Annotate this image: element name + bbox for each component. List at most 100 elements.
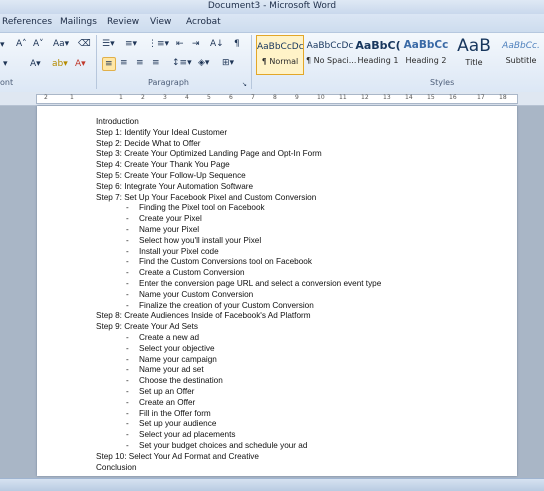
ruler-number: 13 <box>383 94 391 101</box>
line-text: Name your campaign <box>139 354 217 364</box>
tab-references[interactable]: References <box>2 17 52 27</box>
paragraph-line: Step 8: Create Audiences Inside of Faceb… <box>96 311 381 322</box>
clear-formatting-icon[interactable]: ⌫ <box>78 38 91 50</box>
tab-view[interactable]: View <box>150 17 171 27</box>
sub-list-item: - Install your Pixel code <box>96 247 381 258</box>
line-text: Step 3: Create Your Optimized Landing Pa… <box>96 149 322 159</box>
document-page[interactable]: Introduction Step 1: Identify Your Ideal … <box>37 106 517 476</box>
style-subtitle[interactable]: AaBbCc. Subtitle <box>498 35 544 75</box>
justify-icon[interactable]: ≡ <box>152 57 160 69</box>
line-text: Step 5: Create Your Follow-Up Sequence <box>96 170 246 180</box>
change-case-icon[interactable]: Aa▾ <box>53 38 69 50</box>
numbering-icon[interactable]: ≡▾ <box>125 38 137 50</box>
line-text: Enter the conversion page URL and select… <box>139 278 382 288</box>
style-heading-1[interactable]: AaBbC( Heading 1 <box>354 35 402 75</box>
tab-mailings[interactable]: Mailings <box>60 17 97 27</box>
multilevel-list-icon[interactable]: ⋮≡▾ <box>148 38 169 50</box>
paragraph-dialog-launcher-icon[interactable]: ↘ <box>242 79 247 91</box>
paragraph-line: Introduction <box>96 117 381 128</box>
line-text: Set up an Offer <box>139 386 195 396</box>
bullets-icon[interactable]: ☰▾ <box>102 38 115 50</box>
document-area: Introduction Step 1: Identify Your Ideal … <box>0 106 544 480</box>
group-separator <box>251 35 252 89</box>
ruler-number: 4 <box>185 94 189 101</box>
paragraph-line: Step 1: Identify Your Ideal Customer <box>96 128 381 139</box>
group-separator <box>96 35 97 89</box>
list-dash-marker: - <box>126 408 129 418</box>
font-color-icon[interactable]: A▾ <box>75 58 86 70</box>
ruler-number: 12 <box>361 94 369 101</box>
increase-indent-icon[interactable]: ⇥ <box>192 38 200 50</box>
line-text: Step 1: Identify Your Ideal Customer <box>96 127 228 137</box>
style-label: Subtitle <box>505 56 537 65</box>
list-dash-marker: - <box>126 440 129 450</box>
list-dash-marker: - <box>126 246 129 256</box>
align-left-icon[interactable]: ≡ <box>102 57 116 71</box>
line-text: Create an Offer <box>139 397 196 407</box>
style-title[interactable]: AaB Title <box>450 35 498 75</box>
style-no-spacing[interactable]: AaBbCcDc ¶ No Spaci... <box>306 35 356 75</box>
list-dash-marker: - <box>126 235 129 245</box>
ruler-number: 6 <box>229 94 233 101</box>
align-right-icon[interactable]: ≡ <box>136 57 144 69</box>
styles-group-label: Styles <box>430 78 455 87</box>
line-text: Conclusion <box>96 462 137 472</box>
sub-list-item: - Create an Offer <box>96 398 381 409</box>
sub-list-item: - Name your ad set <box>96 365 381 376</box>
line-text: Install your Pixel code <box>139 246 219 256</box>
font-size-dropdown-icon[interactable]: ▾ <box>0 39 5 51</box>
line-text: Finalize the creation of your Custom Con… <box>139 300 314 310</box>
borders-icon[interactable]: ⊞▾ <box>222 57 234 69</box>
line-text: Step 9: Create Your Ad Sets <box>96 322 198 332</box>
style-heading-2[interactable]: AaBbCc Heading 2 <box>402 35 450 75</box>
line-text: Set your budget choices and schedule you… <box>139 440 308 450</box>
style-label: Title <box>465 58 483 67</box>
line-text: Set up your audience <box>139 419 217 429</box>
underline-icon[interactable]: ▾ <box>3 58 8 70</box>
horizontal-ruler[interactable]: 2 1 1 2 3 4 5 6 7 8 9 10 11 12 13 14 15 … <box>0 92 544 106</box>
paragraph-line: Step 7: Set Up Your Facebook Pixel and C… <box>96 193 381 204</box>
list-dash-marker: - <box>126 278 129 288</box>
tab-acrobat[interactable]: Acrobat <box>186 17 221 27</box>
sub-list-item: - Name your Pixel <box>96 225 381 236</box>
ruler-number: 10 <box>317 94 325 101</box>
show-marks-icon[interactable]: ¶ <box>234 38 240 50</box>
shrink-font-icon[interactable]: A˅ <box>33 38 44 50</box>
line-text: Step 2: Decide What to Offer <box>96 138 201 148</box>
ruler-number: 16 <box>449 94 457 101</box>
status-bar <box>0 478 544 491</box>
ruler-number: 2 <box>44 94 48 101</box>
paragraph-line: Step 9: Create Your Ad Sets <box>96 322 381 333</box>
line-spacing-icon[interactable]: ↕≡▾ <box>172 57 192 69</box>
list-dash-marker: - <box>126 224 129 234</box>
style-normal[interactable]: AaBbCcDc ¶ Normal <box>256 35 304 75</box>
shading-icon[interactable]: ◈▾ <box>198 57 209 69</box>
sub-list-item: - Fill in the Offer form <box>96 409 381 420</box>
document-body[interactable]: Introduction Step 1: Identify Your Ideal … <box>96 117 381 473</box>
grow-font-icon[interactable]: A˄ <box>16 38 27 50</box>
list-dash-marker: - <box>126 300 129 310</box>
line-text: Select your objective <box>139 343 215 353</box>
align-center-icon[interactable]: ≡ <box>120 57 128 69</box>
line-text: Name your Pixel <box>139 224 200 234</box>
ruler-number: 14 <box>405 94 413 101</box>
decrease-indent-icon[interactable]: ⇤ <box>176 38 184 50</box>
sub-list-item: - Select your ad placements <box>96 430 381 441</box>
list-dash-marker: - <box>126 289 129 299</box>
ruler-number: 15 <box>427 94 435 101</box>
style-label: Heading 1 <box>357 56 399 65</box>
sub-list-item: - Select your objective <box>96 344 381 355</box>
tab-review[interactable]: Review <box>107 17 139 27</box>
ruler-number: 17 <box>477 94 485 101</box>
ruler-track: 2 1 1 2 3 4 5 6 7 8 9 10 11 12 13 14 15 … <box>36 94 518 104</box>
ribbon-tabs: References Mailings Review View Acrobat <box>0 14 544 32</box>
line-text: Step 8: Create Audiences Inside of Faceb… <box>96 311 311 321</box>
text-effects-icon[interactable]: A▾ <box>30 58 41 70</box>
line-text: Name your Custom Conversion <box>139 289 254 299</box>
highlight-icon[interactable]: ab▾ <box>52 58 68 70</box>
sub-list-item: - Create a new ad <box>96 333 381 344</box>
sub-list-item: - Create a Custom Conversion <box>96 268 381 279</box>
line-text: Choose the destination <box>139 376 223 386</box>
list-dash-marker: - <box>126 214 129 224</box>
sort-icon[interactable]: A↓ <box>210 38 224 50</box>
